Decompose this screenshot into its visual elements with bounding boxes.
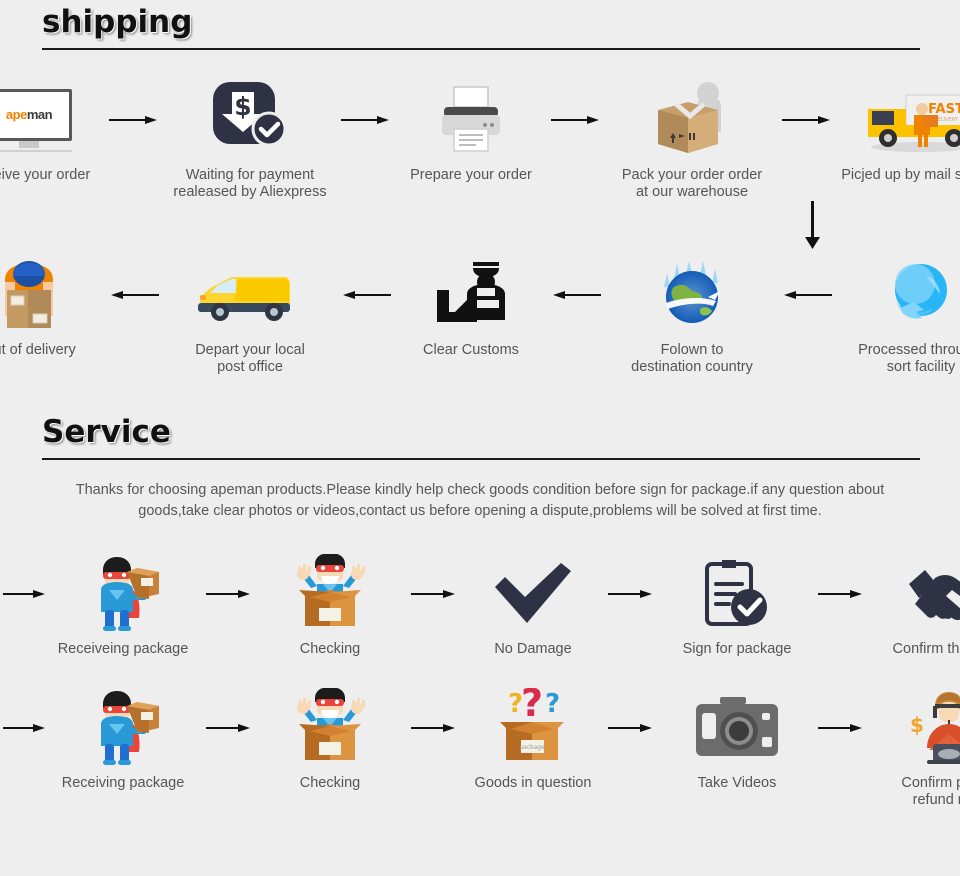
step-label: Waiting for payment realeased by Aliexpr…	[173, 167, 327, 200]
step-label: Receiveing package	[57, 641, 189, 657]
shipping-step-pack-order: Pack your order order at our warehouse	[607, 82, 777, 201]
service-step-b-receiving-package: Receiving package	[53, 690, 193, 792]
shipping-step-receive-order: apeman Receive your order	[0, 82, 103, 184]
arrow-right-icon	[805, 556, 877, 632]
shipping-step-clear-customs: Clear Customs	[397, 257, 545, 359]
service-step-b-take-videos: Take Videos	[669, 690, 805, 792]
step-label: Receiving package	[61, 775, 185, 791]
question-box-icon: ? ? ? package	[490, 688, 576, 766]
arrow-right-icon	[193, 556, 265, 632]
shipping-title: shipping	[42, 4, 193, 40]
handshake-icon	[905, 556, 960, 632]
arrow-right-icon	[103, 82, 165, 158]
apeman-logo-part1: ape	[5, 107, 27, 122]
monitor-apeman-icon: apeman	[0, 82, 72, 158]
step-label: Folown to destination country	[631, 342, 753, 375]
shipping-section-header: shipping	[0, 4, 960, 56]
service-step-a-no-damage: No Damage	[473, 556, 593, 658]
globe-airplane-icon	[648, 257, 736, 333]
shipping-step-waiting-payment: $ Waiting for payment realeased by Aliex…	[165, 82, 335, 201]
step-label: Take Videos	[697, 775, 777, 791]
fast-delivery-truck-icon: FAST DELIVERY	[862, 82, 960, 158]
step-label: Receive your order	[0, 167, 91, 183]
shipping-step-depart-post-office: Depart your local post office	[165, 257, 335, 376]
step-label: Clear Customs	[423, 342, 519, 358]
superhero-package-icon	[83, 556, 163, 632]
arrow-left-icon	[777, 257, 837, 333]
service-title-rule	[42, 458, 920, 460]
arrow-right-icon	[395, 556, 473, 632]
step-label: Checking	[299, 775, 361, 791]
service-flow-row-b: B	[3, 688, 960, 809]
printer-icon	[434, 82, 508, 158]
service-step-b-goods-in-question: ? ? ? package Goods in question	[473, 688, 593, 792]
step-label: No Damage	[494, 641, 572, 657]
service-title: Service	[42, 414, 171, 450]
arrow-right-icon	[593, 556, 669, 632]
arrow-right-icon	[0, 690, 53, 766]
step-label: Prepare your order	[410, 167, 532, 183]
service-section-header: Service	[0, 414, 960, 466]
shipping-step-prepare-order: Prepare your order	[397, 82, 545, 184]
shipping-step-flown-destination: Folown to destination country	[607, 257, 777, 376]
apeman-logo-part2: man	[26, 107, 53, 122]
arrow-right-icon	[805, 690, 877, 766]
customs-officer-icon	[433, 257, 509, 333]
svg-text:$: $	[234, 92, 251, 121]
shipping-flow-row-1: apeman Receive your order $ Waiting for …	[0, 82, 960, 201]
person-in-box-icon	[287, 688, 373, 766]
arrow-right-icon	[193, 690, 265, 766]
payment-dollar-check-icon: $	[211, 82, 289, 158]
truck-fast-badge: FAST	[928, 102, 960, 117]
svg-text:?: ?	[521, 688, 543, 725]
arrow-left-icon	[545, 257, 607, 333]
service-step-b-confirm-refund: $ $ Confirm problem, refund money	[877, 690, 960, 809]
svg-text:?: ?	[545, 689, 560, 719]
step-label: Picjed up by mail service	[841, 167, 960, 183]
arrow-right-icon	[0, 556, 53, 632]
packing-box-worker-icon	[650, 82, 734, 158]
clipboard-check-icon	[703, 556, 771, 632]
step-label: Checking	[299, 641, 361, 657]
shipping-step-out-of-delivery: Out of delivery	[0, 257, 103, 359]
box-package-label: package	[519, 744, 545, 751]
service-flow-row-a: A	[3, 554, 960, 658]
arrow-right-icon	[335, 82, 397, 158]
blue-globe-sort-icon	[882, 257, 960, 333]
arrow-right-icon	[593, 690, 669, 766]
step-label: Processed throught sort facility	[858, 342, 960, 375]
shipping-step-picked-up: FAST DELIVERY Picjed up by mail service	[837, 82, 960, 184]
service-step-a-confirm-delivery: Confirm the delivery	[877, 556, 960, 658]
svg-text:$: $	[910, 713, 924, 737]
step-label: Sign for package	[682, 641, 792, 657]
step-label: Out of delivery	[0, 342, 76, 358]
yellow-van-icon	[194, 257, 306, 333]
shipping-title-rule	[42, 48, 920, 50]
shipping-row-connector	[20, 201, 940, 257]
service-step-b-checking: Checking	[265, 688, 395, 792]
person-in-box-icon	[287, 554, 373, 632]
service-step-a-sign-package: Sign for package	[669, 556, 805, 658]
service-note-text: Thanks for choosing apeman products.Plea…	[75, 482, 885, 519]
delivery-person-box-icon	[0, 257, 67, 333]
checkmark-icon	[493, 556, 573, 632]
arrow-left-icon	[103, 257, 165, 333]
arrow-right-icon	[395, 690, 473, 766]
step-label: Goods in question	[474, 775, 592, 791]
service-step-a-receiving-package: Receiveing package	[53, 556, 193, 658]
superhero-package-icon	[83, 690, 163, 766]
shipping-step-processed-sort-facility: Processed throught sort facility	[837, 257, 960, 376]
camera-icon	[694, 690, 780, 766]
step-label: Depart your local post office	[195, 342, 305, 375]
support-agent-dollar-icon: $ $	[907, 690, 960, 766]
arrow-right-icon	[777, 82, 837, 158]
service-step-a-checking: Checking	[265, 554, 395, 658]
step-label: Pack your order order at our warehouse	[621, 167, 763, 200]
arrow-left-icon	[335, 257, 397, 333]
arrow-down-icon	[802, 201, 824, 256]
shipping-flow-row-2: Out of delivery Depart your local post o…	[0, 257, 960, 376]
step-label: Confirm problem, refund money	[901, 775, 960, 808]
step-label: Confirm the delivery	[892, 641, 960, 657]
arrow-right-icon	[545, 82, 607, 158]
